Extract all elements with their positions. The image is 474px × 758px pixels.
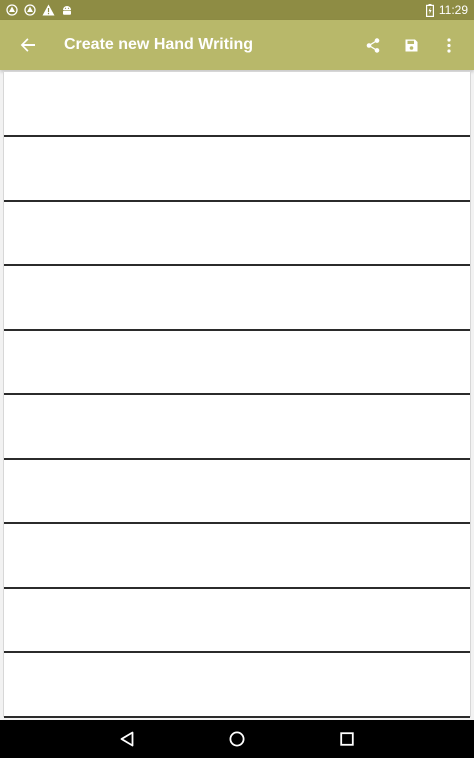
save-icon xyxy=(405,39,417,51)
ruled-line xyxy=(4,328,470,331)
ruled-line xyxy=(4,264,470,266)
handwriting-canvas[interactable] xyxy=(3,72,471,718)
share-icon xyxy=(366,37,380,53)
ruled-line xyxy=(4,135,470,137)
nav-back-button[interactable] xyxy=(113,725,141,753)
ruled-line xyxy=(4,715,470,718)
home-circle-icon xyxy=(229,731,245,747)
nav-recents-button[interactable] xyxy=(333,725,361,753)
ruled-line xyxy=(4,393,470,395)
app-notification-icon xyxy=(24,4,36,16)
ruled-line xyxy=(4,586,470,589)
status-time: 11:29 xyxy=(438,3,468,17)
ruled-line xyxy=(4,522,470,524)
toolbar-title: Create new Hand Writing xyxy=(64,36,254,53)
status-notification-icons xyxy=(6,4,73,16)
app-toolbar: Create new Hand Writing xyxy=(0,20,474,70)
android-icon xyxy=(63,6,71,15)
status-right-group: 11:29 xyxy=(425,3,468,17)
arrow-back-icon xyxy=(20,38,35,52)
recents-square-icon xyxy=(340,732,354,746)
back-button[interactable] xyxy=(0,20,56,70)
ruled-line xyxy=(4,199,470,202)
ruled-line xyxy=(4,651,470,653)
warning-icon xyxy=(42,4,55,16)
back-triangle-icon xyxy=(120,731,134,747)
overflow-menu-icon xyxy=(447,37,451,53)
ruled-line xyxy=(4,457,470,460)
nav-home-button[interactable] xyxy=(223,725,251,753)
overflow-menu-button[interactable] xyxy=(430,20,468,70)
navigation-bar xyxy=(0,720,474,758)
battery-icon xyxy=(425,3,434,17)
status-bar: 11:29 xyxy=(0,0,474,20)
app-notification-icon xyxy=(6,4,18,16)
save-button[interactable] xyxy=(392,20,430,70)
share-button[interactable] xyxy=(354,20,392,70)
toolbar-actions xyxy=(354,20,468,70)
